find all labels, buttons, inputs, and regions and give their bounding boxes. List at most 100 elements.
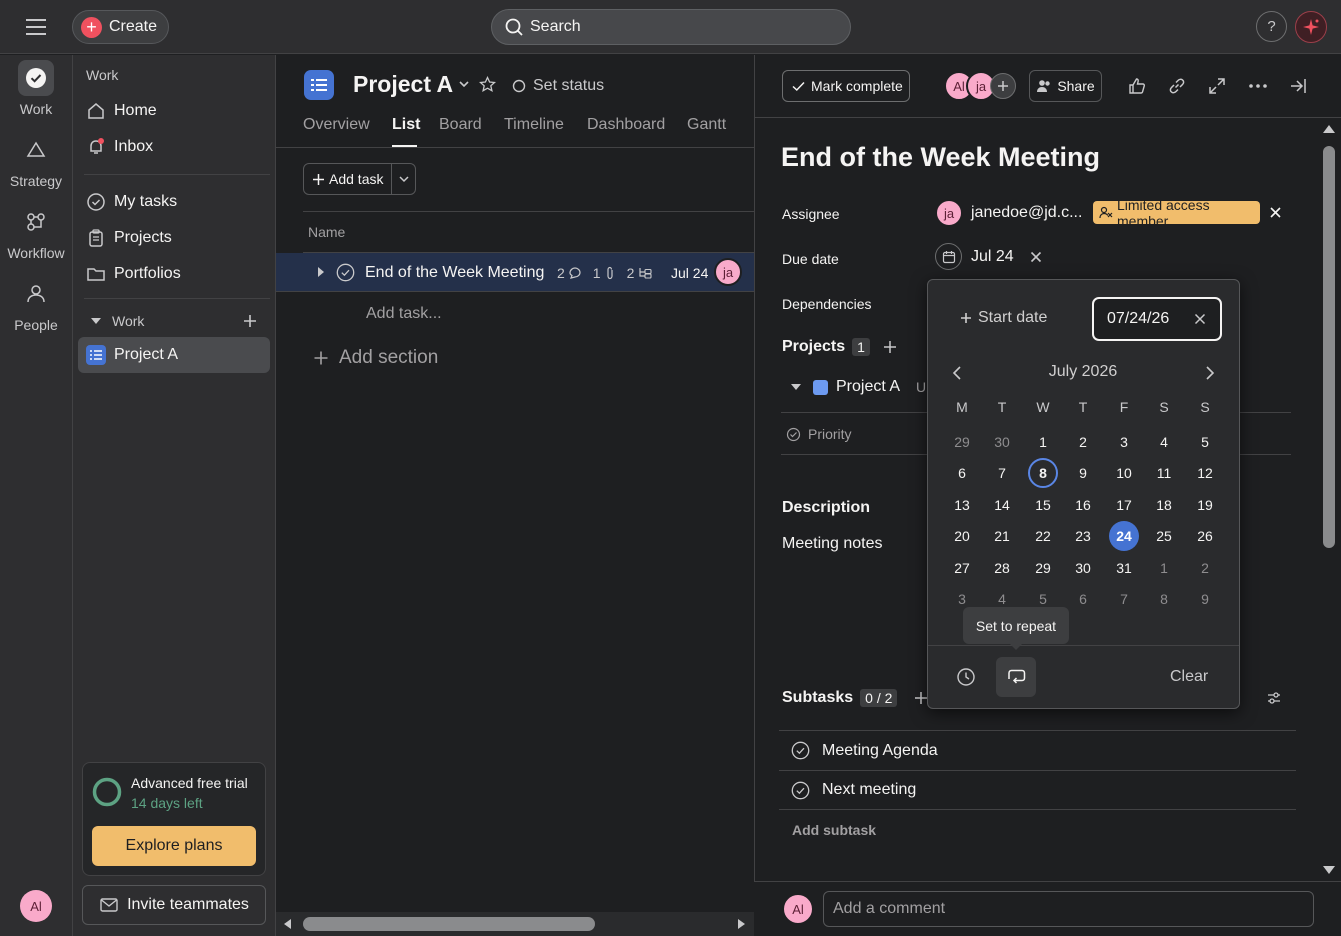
calendar-day[interactable]: 6 [1068,584,1098,614]
sidebar-item-project-a[interactable]: Project A [78,337,270,373]
like-icon[interactable] [1125,74,1149,98]
calendar-day[interactable]: 21 [987,521,1017,551]
tab-dashboard[interactable]: Dashboard [587,116,665,134]
share-button[interactable]: Share [1029,70,1102,102]
previous-month-icon[interactable] [951,365,963,381]
clear-date-input-icon[interactable] [1194,313,1206,325]
complete-check-icon[interactable] [336,263,355,282]
task-assignee-avatar[interactable]: ja [714,258,742,286]
scroll-thumb[interactable] [303,917,595,931]
rail-item-strategy[interactable]: Strategy [0,132,72,189]
priority-field[interactable]: Priority [786,426,852,442]
clock-icon[interactable] [953,664,979,690]
calendar-day[interactable]: 12 [1190,458,1220,488]
calendar-day[interactable]: 23 [1068,521,1098,551]
scroll-up-icon[interactable] [1322,124,1336,134]
calendar-day[interactable]: 3 [1109,427,1139,457]
hamburger-menu-icon[interactable] [22,14,50,40]
ai-sparkle-icon[interactable] [1295,11,1327,43]
create-button[interactable]: + Create [72,10,169,44]
add-collaborator-icon[interactable] [990,73,1016,99]
add-project-icon[interactable] [242,313,258,329]
repeat-icon[interactable] [996,657,1036,697]
calendar-day[interactable]: 30 [1068,553,1098,583]
calendar-day[interactable]: 2 [1190,553,1220,583]
calendar-day[interactable]: 20 [947,521,977,551]
caret-right-icon[interactable] [316,266,326,278]
calendar-day[interactable]: 14 [987,490,1017,520]
add-task-button[interactable]: Add task [304,164,393,194]
expand-icon[interactable] [1205,74,1229,98]
subtask-item[interactable]: Next meeting [779,770,1296,810]
star-icon[interactable] [479,76,496,93]
calendar-day[interactable]: 4 [1149,427,1179,457]
assignee-field[interactable]: ja janedoe@jd.c... [935,199,1082,227]
project-title[interactable]: Project A [353,71,453,98]
help-button[interactable]: ? [1256,11,1287,42]
rail-item-work[interactable]: Work [0,60,72,117]
calendar-day[interactable]: 19 [1190,490,1220,520]
task-name[interactable]: End of the Week Meeting [365,264,544,282]
calendar-day[interactable]: 31 [1109,553,1139,583]
add-project-icon[interactable] [883,340,897,354]
add-task-dropdown-icon[interactable] [392,174,415,184]
explore-plans-button[interactable]: Explore plans [92,826,256,866]
add-task-inline[interactable]: Add task... [366,305,442,323]
task-title[interactable]: End of the Week Meeting [781,142,1100,173]
sidebar-item-portfolios[interactable]: Portfolios [84,257,270,291]
set-status-button[interactable]: Set status [512,77,604,95]
tab-overview[interactable]: Overview [303,116,370,134]
work-group-header[interactable]: Work [90,313,144,329]
due-date-field[interactable]: Jul 24 [935,243,1014,270]
tab-gantt[interactable]: Gantt [687,116,726,134]
scroll-thumb[interactable] [1323,146,1335,548]
user-avatar[interactable]: Al [20,890,52,922]
link-icon[interactable] [1165,74,1189,98]
sidebar-item-inbox[interactable]: Inbox [84,130,270,164]
description-text[interactable]: Meeting notes [782,535,883,553]
calendar-day[interactable]: 9 [1068,458,1098,488]
add-section-button[interactable]: Add section [313,347,438,369]
calendar-day[interactable]: 13 [947,490,977,520]
calendar-day[interactable]: 6 [947,458,977,488]
rail-item-workflow[interactable]: Workflow [0,204,72,261]
calendar-day[interactable]: 8 [1149,584,1179,614]
task-due-date[interactable]: Jul 24 [671,265,708,281]
calendar-day[interactable]: 9 [1190,584,1220,614]
calendar-day[interactable]: 26 [1190,521,1220,551]
scroll-down-icon[interactable] [1322,865,1336,875]
tab-board[interactable]: Board [439,116,482,134]
calendar-day[interactable]: 18 [1149,490,1179,520]
scroll-left-icon[interactable] [282,918,292,930]
tab-timeline[interactable]: Timeline [504,116,564,134]
next-month-icon[interactable] [1204,365,1216,381]
calendar-day[interactable]: 28 [987,553,1017,583]
remove-assignee-icon[interactable] [1269,206,1282,219]
chevron-down-icon[interactable] [458,79,470,89]
tab-list[interactable]: List [392,116,420,134]
more-options-icon[interactable] [1246,74,1270,98]
subtask-check-icon[interactable] [791,741,810,760]
add-start-date-button[interactable]: Start date [960,309,1047,327]
calendar-day[interactable]: 24 [1109,521,1139,551]
calendar-day[interactable]: 8 [1028,458,1058,488]
project-membership-row[interactable]: Project A Ur [790,378,931,396]
calendar-day[interactable]: 17 [1109,490,1139,520]
search-input[interactable]: Search [491,9,851,45]
sidebar-item-my-tasks[interactable]: My tasks [84,185,270,219]
calendar-day[interactable]: 25 [1149,521,1179,551]
subtask-item[interactable]: Meeting Agenda [779,730,1296,770]
calendar-day[interactable]: 1 [1028,427,1058,457]
calendar-day[interactable]: 10 [1109,458,1139,488]
calendar-day[interactable]: 22 [1028,521,1058,551]
invite-teammates-button[interactable]: Invite teammates [82,885,266,925]
name-column-header[interactable]: Name [303,211,754,253]
subtask-sort-icon[interactable] [1266,691,1282,705]
rail-item-people[interactable]: People [0,276,72,333]
clear-date-button[interactable]: Clear [1170,668,1208,686]
calendar-day[interactable]: 5 [1190,427,1220,457]
add-subtask-button[interactable]: Add subtask [792,822,876,838]
subtask-check-icon[interactable] [791,781,810,800]
calendar-day[interactable]: 11 [1149,458,1179,488]
scroll-right-icon[interactable] [737,918,747,930]
